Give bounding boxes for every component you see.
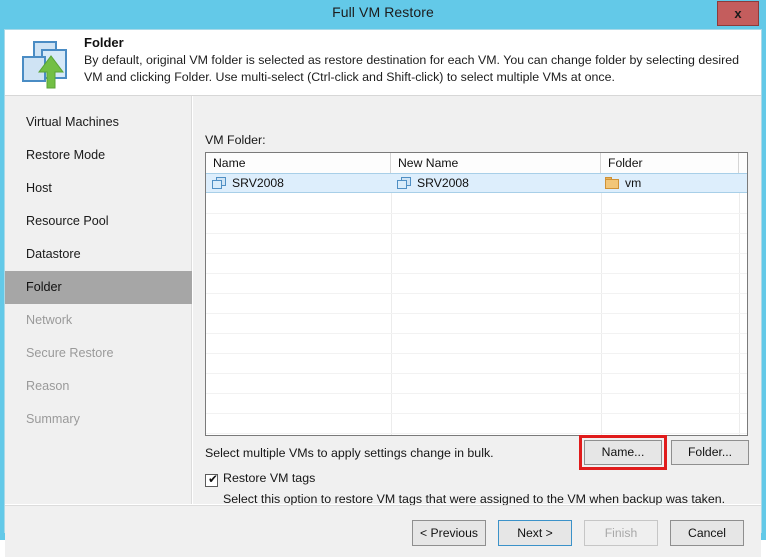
wizard-steps-sidebar: Virtual Machines Restore Mode Host Resou… xyxy=(5,96,192,504)
row-divider xyxy=(206,413,747,414)
dialog-body: Folder By default, original VM folder is… xyxy=(4,29,762,557)
row-divider xyxy=(206,433,747,434)
window-title: Full VM Restore xyxy=(332,4,434,20)
restore-vm-tags-description: Select this option to restore VM tags th… xyxy=(223,492,726,506)
main-content: VM Folder: Name New Name Folder SRV2008 … xyxy=(193,96,761,506)
finish-button: Finish xyxy=(584,520,658,546)
row-divider xyxy=(206,313,747,314)
restore-vm-tags-label[interactable]: Restore VM tags xyxy=(223,471,315,485)
sidebar-item-resource-pool[interactable]: Resource Pool xyxy=(5,205,192,238)
column-header-new-name[interactable]: New Name xyxy=(391,153,601,173)
row-divider xyxy=(206,393,747,394)
table-body: SRV2008 SRV2008 vm xyxy=(206,173,747,435)
column-header-folder[interactable]: Folder xyxy=(601,153,739,173)
check-icon: ✔ xyxy=(208,472,219,486)
vm-icon xyxy=(397,177,412,190)
name-button[interactable]: Name... xyxy=(584,440,662,465)
row-divider xyxy=(206,273,747,274)
cell-name: SRV2008 xyxy=(232,176,284,190)
vm-icon xyxy=(212,177,227,190)
close-button[interactable]: x xyxy=(717,1,759,26)
table-row[interactable]: SRV2008 SRV2008 vm xyxy=(206,173,747,193)
folder-button[interactable]: Folder... xyxy=(671,440,749,465)
row-divider xyxy=(206,353,747,354)
title-bar: Full VM Restore x xyxy=(0,0,766,29)
row-divider xyxy=(206,373,747,374)
sidebar-item-secure-restore: Secure Restore xyxy=(26,346,114,360)
table-header-row: Name New Name Folder xyxy=(206,153,747,174)
cell-new-name: SRV2008 xyxy=(417,176,469,190)
row-divider xyxy=(206,293,747,294)
sidebar-item-reason: Reason xyxy=(26,379,70,393)
sidebar-item-host[interactable]: Host xyxy=(5,172,192,205)
sidebar-item-datastore[interactable]: Datastore xyxy=(5,238,192,271)
page-description: By default, original VM folder is select… xyxy=(84,53,740,84)
previous-button[interactable]: < Previous xyxy=(412,520,486,546)
sidebar-item-folder[interactable]: Folder xyxy=(5,271,192,304)
row-divider xyxy=(206,333,747,334)
sidebar-item-virtual-machines[interactable]: Virtual Machines xyxy=(5,106,192,139)
restore-vm-tags-checkbox[interactable]: ✔ xyxy=(205,472,219,487)
column-header-name[interactable]: Name xyxy=(206,153,391,173)
column-header-blank[interactable] xyxy=(739,153,747,173)
sidebar-item-restore-mode[interactable]: Restore Mode xyxy=(5,139,192,172)
cell-folder: vm xyxy=(625,176,642,190)
bulk-hint-text: Select multiple VMs to apply settings ch… xyxy=(205,446,494,460)
folder-icon xyxy=(605,177,620,190)
cancel-button[interactable]: Cancel xyxy=(670,520,744,546)
row-divider xyxy=(206,253,747,254)
next-button[interactable]: Next > xyxy=(498,520,572,546)
row-divider xyxy=(206,233,747,234)
dialog-footer: < Previous Next > Finish Cancel xyxy=(5,505,761,557)
row-divider xyxy=(206,213,747,214)
full-vm-restore-dialog: Full VM Restore x Folder By default, ori… xyxy=(0,0,766,557)
sidebar-item-network: Network xyxy=(26,313,73,327)
page-title: Folder xyxy=(84,35,124,50)
vm-folder-restore-icon xyxy=(17,36,73,92)
vm-folder-table: Name New Name Folder SRV2008 SRV2008 vm xyxy=(205,152,748,436)
vm-folder-label: VM Folder: xyxy=(205,133,266,147)
wizard-header: Folder By default, original VM folder is… xyxy=(5,30,761,96)
sidebar-item-summary: Summary xyxy=(26,412,80,426)
